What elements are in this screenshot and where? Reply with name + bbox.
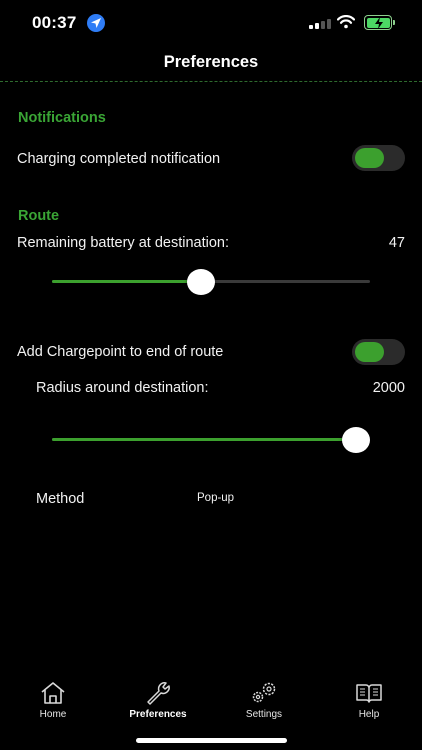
tab-home-label: Home (39, 709, 67, 720)
section-title-notifications: Notifications (18, 110, 106, 126)
toggle-knob (355, 148, 384, 168)
battery-charging-icon (364, 15, 392, 30)
location-arrow-icon (87, 14, 105, 32)
home-icon (41, 682, 65, 704)
add-chargepoint-toggle[interactable] (352, 339, 405, 365)
book-icon (356, 684, 382, 703)
radius-label: Radius around destination: (36, 380, 209, 396)
tab-help[interactable]: Help (324, 672, 414, 720)
tab-home[interactable]: Home (8, 672, 98, 720)
slider-fill (52, 438, 356, 441)
wrench-icon (147, 682, 170, 705)
gears-icon (252, 682, 276, 703)
nav-header: Preferences (0, 46, 422, 82)
remaining-battery-value: 47 (388, 235, 405, 251)
battery-nub (393, 20, 395, 25)
charging-completed-toggle[interactable] (352, 145, 405, 171)
charging-completed-label: Charging completed notification (17, 151, 221, 167)
method-label: Method (36, 491, 85, 507)
slider-thumb[interactable] (187, 269, 216, 295)
tab-preferences-label: Preferences (129, 709, 187, 720)
status-bar: 00:37 (0, 0, 422, 46)
page-title: Preferences (163, 53, 259, 71)
tab-help-label: Help (358, 709, 380, 720)
status-time: 00:37 (32, 13, 77, 32)
remaining-battery-slider[interactable] (52, 269, 370, 295)
toggle-knob (355, 342, 384, 362)
slider-thumb[interactable] (342, 427, 370, 453)
wifi-icon (336, 15, 356, 34)
tab-settings-label: Settings (245, 709, 283, 720)
radius-slider[interactable] (52, 427, 370, 453)
radius-value: 2000 (372, 380, 405, 396)
section-title-route: Route (18, 208, 60, 224)
tab-bar: Home Preferences Settings Help (0, 672, 422, 732)
slider-fill (52, 280, 202, 283)
remaining-battery-label: Remaining battery at destination: (17, 235, 229, 251)
tab-preferences[interactable]: Preferences (113, 672, 203, 720)
home-indicator[interactable] (136, 738, 287, 743)
method-picker[interactable]: Pop-up (197, 492, 234, 504)
tab-settings[interactable]: Settings (219, 672, 309, 720)
cellular-signal-icon (309, 17, 331, 29)
add-chargepoint-label: Add Chargepoint to end of route (17, 344, 224, 360)
